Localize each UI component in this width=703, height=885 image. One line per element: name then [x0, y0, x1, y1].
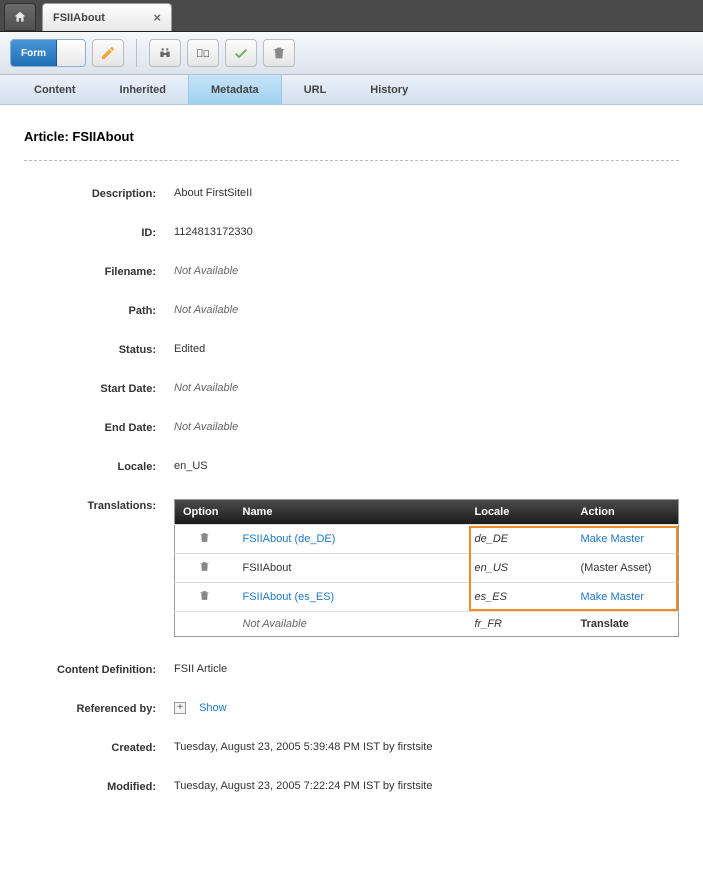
trash-icon	[271, 45, 287, 61]
label-translations: Translations:	[24, 499, 174, 512]
label-referenced-by: Referenced by:	[24, 702, 174, 715]
content-area: Article: FSIIAbout Description: About Fi…	[0, 105, 703, 813]
tab-content[interactable]: Content	[12, 75, 98, 104]
edit-button[interactable]	[92, 39, 124, 67]
label-id: ID:	[24, 226, 174, 239]
translations-section: Option Name Locale Action FSIIAbout (de_…	[174, 499, 679, 637]
tab-metadata[interactable]: Metadata	[188, 75, 282, 104]
top-tab-bar: FSIIAbout ×	[0, 0, 703, 32]
th-action: Action	[573, 500, 679, 525]
label-end-date: End Date:	[24, 421, 174, 434]
value-content-definition: FSII Article	[174, 663, 679, 675]
label-filename: Filename:	[24, 265, 174, 278]
delete-button[interactable]	[263, 39, 295, 67]
label-content-definition: Content Definition:	[24, 663, 174, 676]
row-name[interactable]: FSIIAbout (de_DE)	[235, 525, 467, 554]
label-locale: Locale:	[24, 460, 174, 473]
value-referenced-by: + Show	[174, 702, 679, 714]
row-name: FSIIAbout	[235, 554, 467, 583]
th-option: Option	[175, 500, 235, 525]
value-end-date: Not Available	[174, 421, 679, 433]
home-button[interactable]	[4, 3, 36, 31]
binoculars-icon	[157, 45, 173, 61]
form-view-toggle[interactable]: Form	[10, 39, 86, 67]
home-icon	[13, 10, 27, 24]
toolbar: Form	[0, 32, 703, 75]
pencil-icon	[100, 45, 116, 61]
th-name: Name	[235, 500, 467, 525]
row-option[interactable]	[175, 525, 235, 554]
page-title: Article: FSIIAbout	[24, 129, 679, 144]
tab-url[interactable]: URL	[282, 75, 349, 104]
value-id: 1124813172330	[174, 226, 679, 238]
checkmark-icon	[233, 45, 249, 61]
form-toggle-label: Form	[11, 40, 57, 66]
document-tab[interactable]: FSIIAbout ×	[42, 3, 172, 31]
divider	[24, 160, 679, 161]
form-toggle-alt[interactable]	[57, 40, 85, 66]
value-locale: en_US	[174, 460, 679, 472]
preview-button[interactable]	[149, 39, 181, 67]
devices-icon	[195, 45, 211, 61]
tab-inherited[interactable]: Inherited	[98, 75, 188, 104]
value-created: Tuesday, August 23, 2005 5:39:48 PM IST …	[174, 741, 679, 753]
value-description: About FirstSiteII	[174, 187, 679, 199]
highlight-annotation	[469, 526, 678, 611]
th-locale: Locale	[467, 500, 573, 525]
row-name: Not Available	[235, 612, 467, 637]
expand-icon[interactable]: +	[174, 702, 186, 714]
label-modified: Modified:	[24, 780, 174, 793]
close-icon[interactable]: ×	[153, 10, 161, 25]
row-option	[175, 612, 235, 637]
approve-button[interactable]	[225, 39, 257, 67]
label-path: Path:	[24, 304, 174, 317]
row-name[interactable]: FSIIAbout (es_ES)	[235, 583, 467, 612]
row-option[interactable]	[175, 554, 235, 583]
label-created: Created:	[24, 741, 174, 754]
value-start-date: Not Available	[174, 382, 679, 394]
tab-history[interactable]: History	[348, 75, 430, 104]
toolbar-separator	[136, 39, 137, 67]
tab-label: FSIIAbout	[53, 12, 153, 24]
value-status: Edited	[174, 343, 679, 355]
label-start-date: Start Date:	[24, 382, 174, 395]
sub-tab-strip: Content Inherited Metadata URL History	[0, 75, 703, 105]
value-path: Not Available	[174, 304, 679, 316]
row-locale: fr_FR	[467, 612, 573, 637]
row-option[interactable]	[175, 583, 235, 612]
compare-button[interactable]	[187, 39, 219, 67]
show-link[interactable]: Show	[199, 702, 227, 714]
row-action: Translate	[573, 612, 679, 637]
label-description: Description:	[24, 187, 174, 200]
value-filename: Not Available	[174, 265, 679, 277]
table-row: Not Availablefr_FRTranslate	[175, 612, 679, 637]
label-status: Status:	[24, 343, 174, 356]
value-modified: Tuesday, August 23, 2005 7:22:24 PM IST …	[174, 780, 679, 792]
